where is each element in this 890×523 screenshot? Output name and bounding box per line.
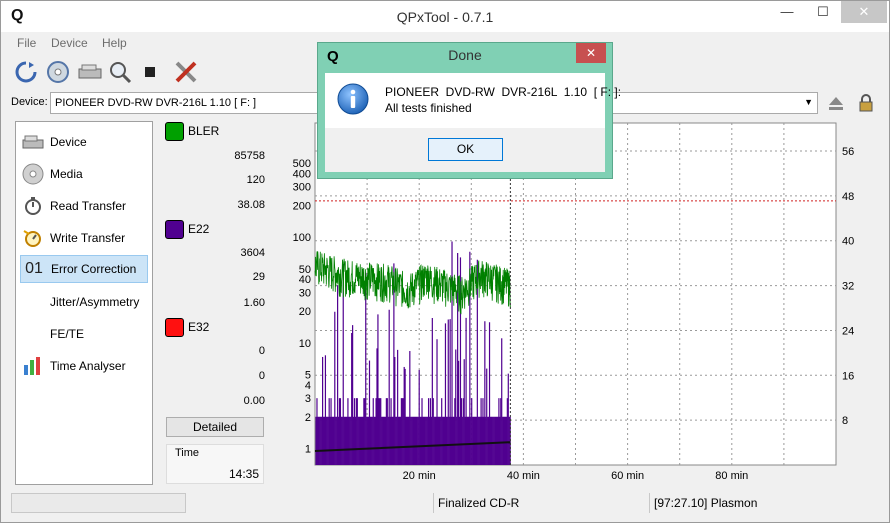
y-left-tick-label: 100 xyxy=(293,232,311,244)
y-left-tick-label: 3 xyxy=(305,393,311,405)
minimize-button[interactable]: — xyxy=(771,1,803,23)
dialog-footer: OK xyxy=(325,128,605,172)
y-right-tick-label: 56 xyxy=(842,146,854,158)
x-tick-label: 60 min xyxy=(611,470,644,482)
y-left-tick-label: 400 xyxy=(293,168,311,180)
y-left-tick-label: 500 xyxy=(293,158,311,170)
sidebar-item-media[interactable]: Media xyxy=(20,160,148,188)
e32-max: 0 xyxy=(258,370,265,382)
sidebar-item-fe-te[interactable]: FE/TE xyxy=(20,320,148,348)
disc-icon xyxy=(20,163,46,185)
y-right-tick-label: 48 xyxy=(842,191,854,203)
binary-icon: 01 xyxy=(25,260,43,277)
y-right-tick-label: 40 xyxy=(842,236,854,248)
legend-e32[interactable]: E32 xyxy=(165,317,209,337)
sidebar-item-device[interactable]: Device xyxy=(20,128,148,156)
zoom-icon[interactable] xyxy=(107,59,133,85)
maximize-button[interactable]: ☐ xyxy=(807,1,839,23)
dialog-message-line2: All tests finished xyxy=(385,101,472,115)
e22-avg: 1.60 xyxy=(243,297,265,309)
drive-icon[interactable] xyxy=(77,59,103,85)
legend-bler[interactable]: BLER xyxy=(165,121,219,141)
dialog-body: PIONEER DVD-RW DVR-216L 1.10 [ F: ]: All… xyxy=(325,73,621,128)
device-label: Device: xyxy=(11,96,48,108)
stopwatch-icon xyxy=(20,195,46,217)
x-tick-label: 80 min xyxy=(715,470,748,482)
y-left-tick-label: 40 xyxy=(299,274,311,286)
e22-color-swatch xyxy=(165,219,184,239)
lock-icon[interactable] xyxy=(853,90,879,116)
sidebar-item-write-transfer[interactable]: Write Transfer xyxy=(20,224,148,252)
close-button[interactable]: ✕ xyxy=(841,1,887,23)
menu-help[interactable]: Help xyxy=(102,36,127,50)
y-left-tick-label: 1 xyxy=(305,444,311,456)
media-type-status: Finalized CD-R xyxy=(433,493,643,513)
drive-icon xyxy=(20,131,46,153)
menu-file[interactable]: File xyxy=(17,36,36,50)
sidebar: Device Media Read Transfer Write Transfe… xyxy=(15,121,153,485)
done-dialog: Q Done ✕ PIONEER DVD-RW DVR-216L 1.10 [ … xyxy=(317,42,621,179)
e22-max: 29 xyxy=(252,271,265,283)
y-right-tick-label: 24 xyxy=(842,325,854,337)
sidebar-item-read-transfer[interactable]: Read Transfer xyxy=(20,192,148,220)
dialog-message-line1: PIONEER DVD-RW DVR-216L 1.10 [ F: ]: xyxy=(385,85,622,99)
info-icon xyxy=(337,83,369,118)
ok-button[interactable]: OK xyxy=(428,138,503,161)
legend-e22[interactable]: E22 xyxy=(165,219,209,239)
time-value: 14:35 xyxy=(228,467,259,481)
bler-total: 85758 xyxy=(234,150,265,162)
bler-max: 120 xyxy=(246,174,265,186)
bler-color-swatch xyxy=(165,121,184,141)
sidebar-item-time-analyser[interactable]: Time Analyser xyxy=(20,352,148,380)
time-label: Time xyxy=(175,447,200,459)
e32-color-swatch xyxy=(165,317,184,337)
bar-chart-icon xyxy=(20,355,46,377)
error-stats-panel: BLER 85758 120 38.08 E22 3604 29 1.60 E3… xyxy=(161,121,267,485)
y-left-tick-label: 4 xyxy=(305,380,311,392)
y-left-tick-label: 300 xyxy=(293,182,311,194)
bler-avg: 38.08 xyxy=(237,199,265,211)
detailed-button[interactable]: Detailed xyxy=(166,417,264,437)
y-left-tick-label: 50 xyxy=(299,264,311,276)
eject-icon[interactable] xyxy=(823,90,849,116)
e32-avg: 0.00 xyxy=(243,395,265,407)
y-left-tick-label: 10 xyxy=(299,338,311,350)
stopwatch-write-icon xyxy=(20,227,46,249)
disc-scan-icon[interactable] xyxy=(45,59,71,85)
y-right-tick-label: 16 xyxy=(842,370,854,382)
menu-device[interactable]: Device xyxy=(51,36,88,50)
media-info-status: [97:27.10] Plasmon xyxy=(649,493,887,513)
y-right-tick-label: 32 xyxy=(842,281,854,293)
y-left-tick-label: 2 xyxy=(305,412,311,424)
y-left-tick-label: 5 xyxy=(305,370,311,382)
x-tick-label: 20 min xyxy=(403,470,436,482)
refresh-icon[interactable] xyxy=(13,59,39,85)
x-tick-label: 40 min xyxy=(507,470,540,482)
status-bar: Finalized CD-R [97:27.10] Plasmon xyxy=(1,490,889,516)
chevron-down-icon: ▼ xyxy=(804,97,813,107)
progress-bar xyxy=(11,493,186,513)
title-bar: Q QPxTool - 0.7.1 — ☐ ✕ xyxy=(1,1,889,32)
window-title: QPxTool - 0.7.1 xyxy=(396,9,494,25)
e32-total: 0 xyxy=(258,345,265,357)
tools-icon[interactable] xyxy=(173,59,199,85)
y-right-tick-label: 8 xyxy=(842,415,848,427)
sidebar-item-error-correction[interactable]: 01 Error Correction xyxy=(20,255,148,283)
y-left-tick-label: 30 xyxy=(299,287,311,299)
y-left-tick-label: 20 xyxy=(299,306,311,318)
y-left-tick-label: 200 xyxy=(293,200,311,212)
device-select-value: PIONEER DVD-RW DVR-216L 1.10 [ F: ] xyxy=(55,97,257,109)
dialog-title: Done xyxy=(448,47,482,63)
sidebar-item-jitter-asymmetry[interactable]: Jitter/Asymmetry xyxy=(20,288,148,316)
stop-icon[interactable] xyxy=(137,59,163,85)
dialog-close-button[interactable]: ✕ xyxy=(576,43,606,63)
time-box: Time 14:35 xyxy=(166,444,264,484)
e22-total: 3604 xyxy=(240,247,265,259)
